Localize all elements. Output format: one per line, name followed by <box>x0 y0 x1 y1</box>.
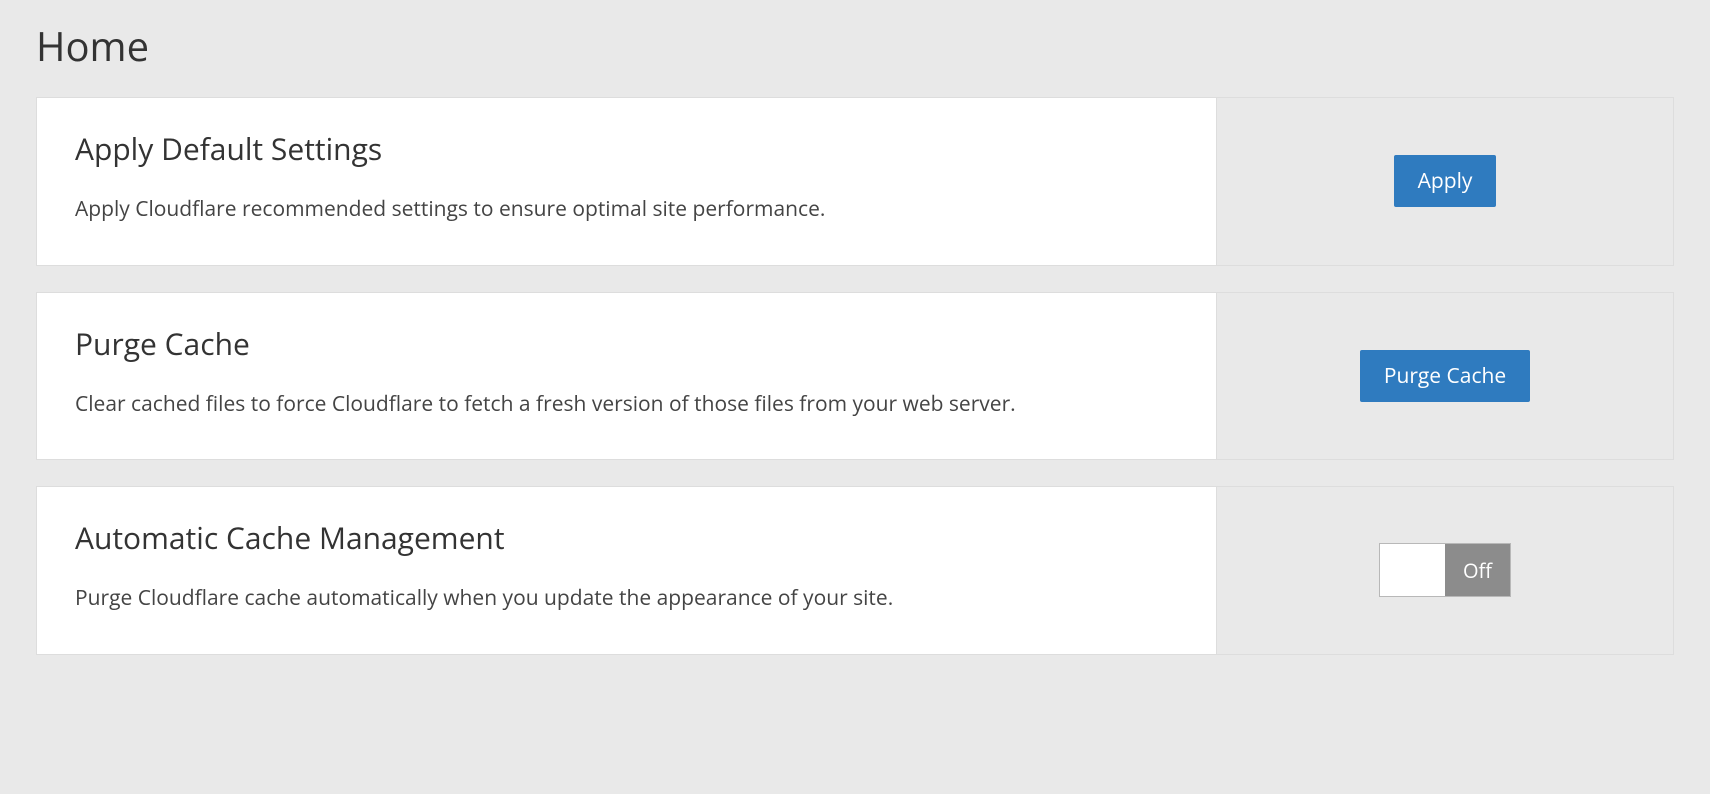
auto-cache-heading: Automatic Cache Management <box>75 517 1178 558</box>
card-apply-default-settings: Apply Default Settings Apply Cloudflare … <box>36 97 1674 266</box>
card-action: Apply <box>1216 98 1673 265</box>
auto-cache-toggle[interactable]: Off <box>1379 543 1511 597</box>
toggle-handle <box>1380 544 1445 596</box>
purge-cache-button[interactable]: Purge Cache <box>1360 350 1530 402</box>
toggle-off-label: Off <box>1445 544 1510 596</box>
card-automatic-cache-management: Automatic Cache Management Purge Cloudfl… <box>36 486 1674 655</box>
apply-button[interactable]: Apply <box>1394 155 1497 207</box>
purge-cache-description: Clear cached files to force Cloudflare t… <box>75 388 1178 422</box>
apply-default-heading: Apply Default Settings <box>75 128 1178 169</box>
auto-cache-description: Purge Cloudflare cache automatically whe… <box>75 582 1178 616</box>
card-purge-cache: Purge Cache Clear cached files to force … <box>36 292 1674 461</box>
settings-home-container: Home Apply Default Settings Apply Cloudf… <box>0 0 1710 655</box>
page-title: Home <box>36 18 1674 73</box>
apply-default-description: Apply Cloudflare recommended settings to… <box>75 193 1178 227</box>
card-content: Automatic Cache Management Purge Cloudfl… <box>37 487 1216 654</box>
purge-cache-heading: Purge Cache <box>75 323 1178 364</box>
card-action: Off <box>1216 487 1673 654</box>
card-content: Apply Default Settings Apply Cloudflare … <box>37 98 1216 265</box>
card-action: Purge Cache <box>1216 293 1673 460</box>
card-content: Purge Cache Clear cached files to force … <box>37 293 1216 460</box>
